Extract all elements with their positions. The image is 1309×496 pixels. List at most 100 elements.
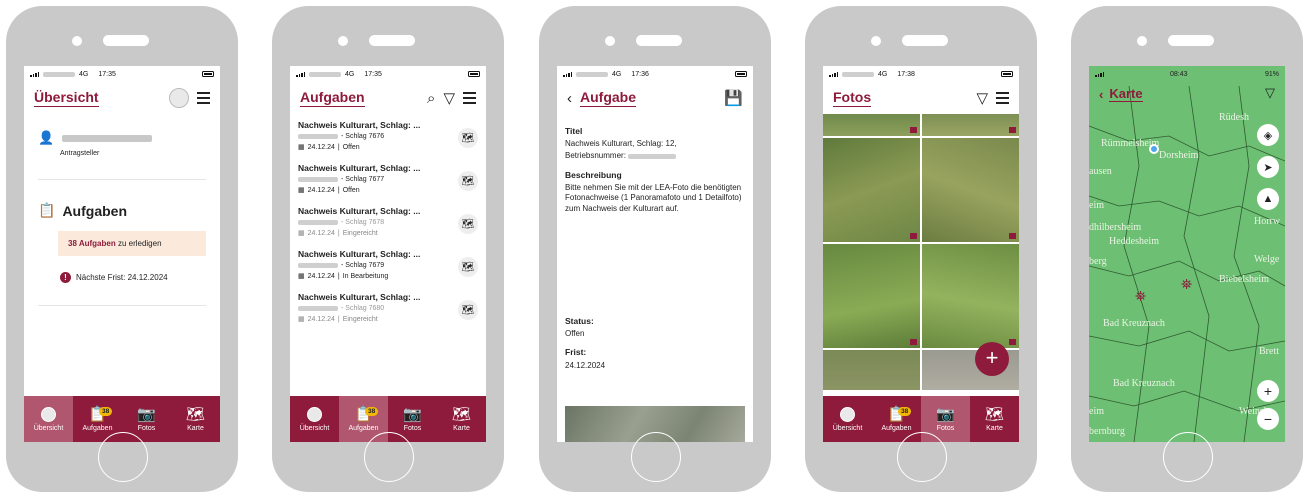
camera-icon: 📷: [403, 405, 422, 423]
status-bar: 4G 17:38: [823, 66, 1019, 82]
task-schlag: - Schlag 7680: [341, 305, 385, 312]
calendar-icon: ▦: [298, 273, 305, 280]
back-icon[interactable]: ‹: [567, 91, 572, 106]
phone-frame-photos: 4G 17:38 Fotos ▽ + Übersicht 📋 38 Aufgaben…: [805, 6, 1037, 492]
separator: |: [337, 315, 340, 323]
tab-map[interactable]: 🗺 Karte: [970, 396, 1019, 442]
task-item[interactable]: Nachweis Kulturart, Schlag: ... - Schlag…: [298, 200, 478, 243]
filter-icon[interactable]: ▽: [443, 91, 455, 106]
separator: |: [337, 229, 340, 237]
photo-marker-icon: [1009, 127, 1016, 133]
task-date: 24.12.24: [307, 186, 335, 194]
photo-marker-icon: [910, 233, 917, 239]
task-marker-icon[interactable]: ⛯: [1181, 276, 1192, 293]
home-button[interactable]: [98, 432, 148, 482]
app-bar: Übersicht: [24, 82, 220, 114]
task-item[interactable]: Nachweis Kulturart, Schlag: ... - Schlag…: [298, 157, 478, 200]
locate-icon[interactable]: ➤: [1257, 156, 1279, 178]
tab-overview[interactable]: Übersicht: [24, 396, 73, 442]
layers-icon[interactable]: ◈: [1257, 124, 1279, 146]
filter-icon[interactable]: ▽: [976, 91, 988, 106]
photo-thumbnail[interactable]: [823, 138, 920, 242]
photo-thumbnail[interactable]: [823, 244, 920, 348]
user-name-blur: [62, 134, 153, 142]
field-blur: [298, 177, 338, 182]
tab-label: Fotos: [137, 424, 156, 432]
tab-overview[interactable]: Übersicht: [290, 396, 339, 442]
home-button[interactable]: [1163, 432, 1213, 482]
photo-thumbnail[interactable]: [823, 114, 920, 136]
open-tasks-suffix: zu erledigen: [115, 239, 162, 248]
save-icon[interactable]: 💾: [724, 91, 743, 106]
open-tasks-card[interactable]: 38 Aufgaben zu erledigen: [58, 231, 206, 257]
photo-thumbnail[interactable]: [823, 350, 920, 390]
map-pin-icon[interactable]: 🗺: [458, 257, 478, 277]
tab-map[interactable]: 🗺 Karte: [437, 396, 486, 442]
task-item[interactable]: Nachweis Kulturart, Schlag: ... - Schlag…: [298, 114, 478, 157]
carrier-blur: [576, 71, 608, 77]
status-value: Offen: [565, 329, 585, 339]
phone-frame-overview: 4G 17:35 Übersicht 👤 Antragsteller 📋 Auf…: [6, 6, 238, 492]
seal-icon: [41, 406, 56, 422]
task-status: Eingereicht: [342, 315, 378, 323]
betrieb-blur: [628, 153, 677, 159]
tab-label: Übersicht: [33, 424, 64, 432]
town-label: bernburg: [1089, 426, 1125, 437]
status-bar: 4G 17:35: [24, 66, 220, 82]
tab-label: Aufgaben: [82, 424, 113, 432]
front-camera: [72, 36, 82, 46]
town-label: berg: [1089, 256, 1107, 267]
search-icon[interactable]: ⌕: [427, 91, 435, 106]
tab-map[interactable]: 🗺 Karte: [171, 396, 220, 442]
home-button[interactable]: [364, 432, 414, 482]
town-label: Welge: [1254, 254, 1280, 265]
seal-logo-icon[interactable]: [169, 88, 189, 108]
back-icon[interactable]: ‹: [1099, 87, 1103, 102]
task-marker-icon[interactable]: ⛯: [1135, 288, 1146, 305]
town-label: Horrw: [1254, 216, 1281, 227]
menu-icon[interactable]: [463, 92, 476, 104]
home-button[interactable]: [897, 432, 947, 482]
tab-overview[interactable]: Übersicht: [823, 396, 872, 442]
photo-thumbnail[interactable]: [922, 244, 1019, 348]
zoom-in-button[interactable]: +: [1257, 380, 1279, 402]
task-detail: Titel Nachweis Kulturart, Schlag: 12, Be…: [557, 114, 753, 375]
task-schlag: - Schlag 7676: [341, 133, 385, 140]
task-title: Nachweis Kulturart, Schlag: ...: [298, 292, 421, 302]
tab-label: Karte: [986, 424, 1003, 432]
compass-icon[interactable]: ▲: [1257, 188, 1279, 210]
description-label: Beschreibung: [565, 169, 622, 180]
map-pin-icon[interactable]: 🗺: [458, 171, 478, 191]
task-item[interactable]: Nachweis Kulturart, Schlag: ... - Schlag…: [298, 286, 478, 329]
map-pin-icon[interactable]: 🗺: [458, 300, 478, 320]
tab-label: Übersicht: [832, 424, 863, 432]
menu-icon[interactable]: [197, 92, 210, 104]
calendar-icon: ▦: [298, 230, 305, 237]
town-label: Heddesheim: [1109, 236, 1159, 247]
map-canvas[interactable]: 08:43 91% ‹ Karte ▽ Rümmelsheim Dorsheim…: [1089, 66, 1285, 442]
clock: 17:35: [364, 70, 382, 78]
menu-icon[interactable]: [996, 92, 1009, 104]
map-pin-icon[interactable]: 🗺: [458, 214, 478, 234]
field-blur: [298, 263, 338, 268]
map-icon: 🗺: [185, 405, 206, 423]
tab-label: Fotos: [403, 424, 422, 432]
filter-icon[interactable]: ▽: [1265, 86, 1275, 99]
task-date: 24.12.24: [307, 229, 335, 237]
photo-marker-icon: [910, 127, 917, 133]
tab-label: Aufgaben: [348, 424, 379, 432]
deadline-value: 24.12.2024: [565, 360, 606, 370]
front-camera: [605, 36, 615, 46]
photo-thumbnail[interactable]: [922, 138, 1019, 242]
map-icon: 🗺: [451, 405, 472, 423]
home-button[interactable]: [631, 432, 681, 482]
zoom-out-button[interactable]: −: [1257, 408, 1279, 430]
task-status: In Bearbeitung: [342, 272, 389, 280]
photo-thumbnail[interactable]: [922, 114, 1019, 136]
town-label: eim: [1089, 200, 1104, 211]
map-pin-icon[interactable]: 🗺: [458, 128, 478, 148]
tasks-badge: 38: [898, 407, 912, 416]
task-item[interactable]: Nachweis Kulturart, Schlag: ... - Schlag…: [298, 243, 478, 286]
divider: [38, 179, 206, 180]
add-photo-button[interactable]: +: [975, 342, 1009, 376]
